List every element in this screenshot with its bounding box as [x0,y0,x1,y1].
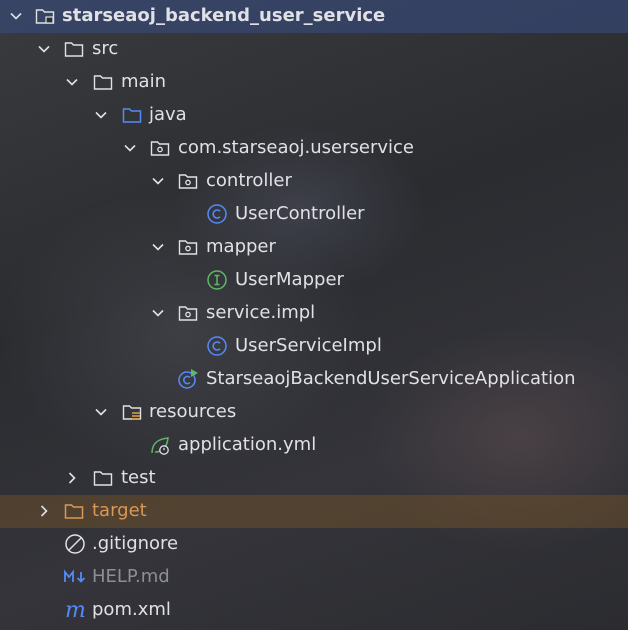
tree-item-label: resources [149,401,237,422]
folder-icon [92,71,114,93]
tree-item-label: starseaoj_backend_user_service [62,5,386,26]
svg-text:m: m [65,599,86,621]
tree-item-label: .gitignore [92,533,179,554]
tree-row-resources[interactable]: resources [0,396,628,429]
tree-item-label: com.starseaoj.userservice [178,137,414,158]
tree-item-label: service.impl [206,302,316,323]
tree-row-userserviceimpl[interactable]: UserServiceImpl [0,330,628,363]
tree-row-target[interactable]: target [0,495,628,528]
folder-icon [63,38,85,60]
tree-item-label: UserController [235,203,365,224]
tree-item-label: main [121,71,166,92]
tree-row-help-md[interactable]: HELP.md [0,561,628,594]
chevron-down-icon[interactable] [94,405,108,419]
tree-item-label: pom.xml [92,599,171,620]
tree-item-label: application.yml [178,434,317,455]
tree-item-label: target [92,500,147,521]
tree-item-label: UserServiceImpl [235,335,382,356]
ignore-file-icon [64,533,86,555]
chevron-down-icon[interactable] [94,108,108,122]
package-icon [149,137,171,159]
package-icon [177,302,199,324]
chevron-down-icon[interactable] [151,174,165,188]
chevron-down-icon[interactable] [65,75,79,89]
interface-icon [206,269,228,291]
chevron-down-icon[interactable] [9,9,23,23]
project-tree: starseaoj_backend_user_service src main … [0,0,628,630]
spring-boot-app-icon [177,368,199,390]
tree-item-label: mapper [206,236,276,257]
excluded-folder-icon [63,500,85,522]
tree-row-package-root[interactable]: com.starseaoj.userservice [0,132,628,165]
source-root-folder-icon [121,104,143,126]
package-icon [177,236,199,258]
tree-row-gitignore[interactable]: .gitignore [0,528,628,561]
tree-row-module[interactable]: starseaoj_backend_user_service [0,0,628,33]
maven-icon: m [64,599,90,621]
class-icon [206,335,228,357]
tree-row-controller[interactable]: controller [0,165,628,198]
chevron-down-icon[interactable] [37,42,51,56]
tree-item-label: HELP.md [92,566,170,587]
tree-item-label: java [149,104,187,125]
tree-row-test[interactable]: test [0,462,628,495]
tree-row-src[interactable]: src [0,33,628,66]
tree-item-label: src [92,38,119,59]
tree-row-application-yml[interactable]: application.yml [0,429,628,462]
chevron-down-icon[interactable] [151,306,165,320]
tree-item-label: controller [206,170,292,191]
chevron-right-icon[interactable] [37,504,51,518]
tree-item-label: UserMapper [235,269,344,290]
tree-item-label: test [121,467,156,488]
tree-row-pom-xml[interactable]: m pom.xml [0,594,628,627]
chevron-right-icon[interactable] [65,471,79,485]
class-icon [206,203,228,225]
markdown-icon [63,566,91,588]
chevron-down-icon[interactable] [123,141,137,155]
tree-row-java[interactable]: java [0,99,628,132]
tree-row-application-class[interactable]: StarseaojBackendUserServiceApplication [0,363,628,396]
tree-item-label: StarseaojBackendUserServiceApplication [206,368,576,389]
chevron-down-icon[interactable] [151,240,165,254]
module-folder-icon [34,5,56,27]
tree-row-usermapper[interactable]: UserMapper [0,264,628,297]
tree-row-service-impl[interactable]: service.impl [0,297,628,330]
tree-row-mapper[interactable]: mapper [0,231,628,264]
tree-row-usercontroller[interactable]: UserController [0,198,628,231]
folder-icon [92,467,114,489]
package-icon [177,170,199,192]
tree-row-main[interactable]: main [0,66,628,99]
resources-folder-icon [121,401,143,423]
spring-config-icon [149,434,171,456]
